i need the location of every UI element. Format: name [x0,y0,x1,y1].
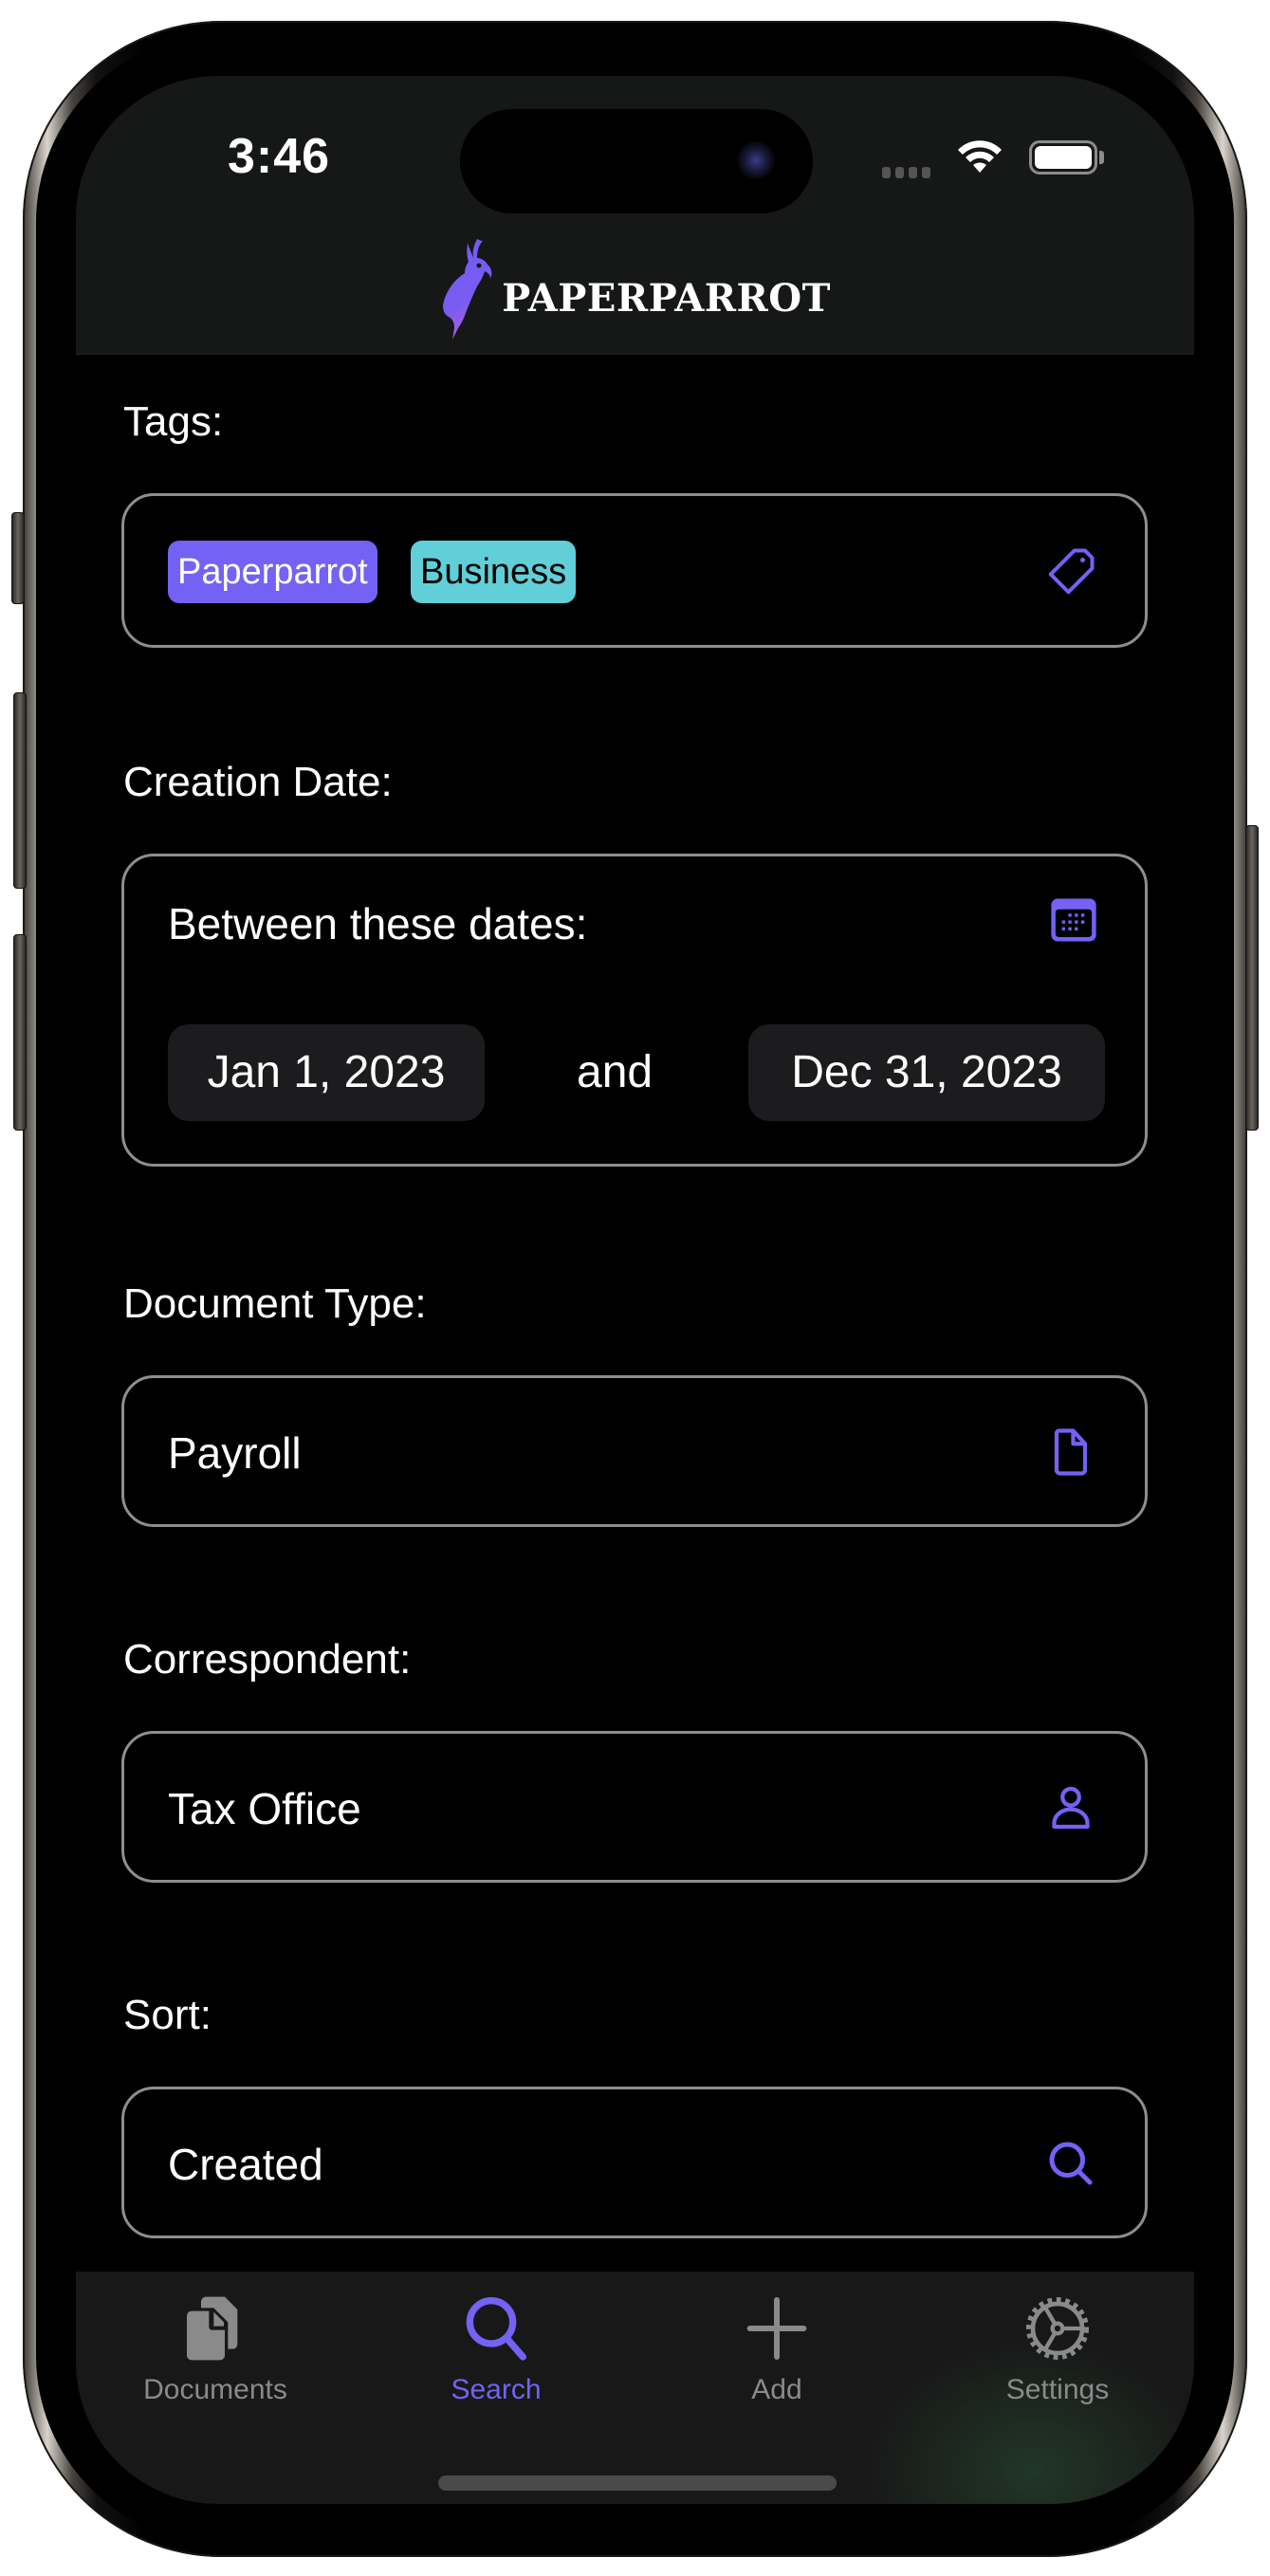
home-indicator[interactable] [438,2475,837,2491]
battery-icon [1029,140,1097,175]
gear-icon [1026,2297,1089,2360]
sort-label: Sort: [123,1992,212,2038]
parrot-logo-icon [443,239,492,340]
volume-up-button [13,692,27,889]
start-date-picker[interactable]: Jan 1, 2023 [168,1024,485,1121]
creation-date-field: Between these dates: Jan 1, 2023 and Dec… [121,854,1148,1167]
document-icon[interactable] [1042,1424,1099,1481]
tag-chip-business[interactable]: Business [411,541,577,603]
end-date-picker[interactable]: Dec 31, 2023 [748,1024,1105,1121]
cellular-signal-icon [882,167,930,178]
search-icon [466,2296,526,2361]
app-name: PAPERPARROT [502,276,831,321]
document-type-value: Payroll [168,1428,302,1478]
volume-down-button [13,934,27,1131]
documents-icon [187,2296,238,2361]
tag-chip-paperparrot[interactable]: Paperparrot [168,541,377,603]
tab-search[interactable]: Search [401,2272,591,2423]
calendar-icon[interactable] [1048,894,1099,946]
tab-add[interactable]: Add [682,2272,872,2423]
tab-settings[interactable]: Settings [963,2272,1152,2423]
front-camera [737,141,775,179]
tab-search-label: Search [451,2374,542,2405]
tags-field[interactable]: Paperparrot Business [121,493,1148,648]
correspondent-field[interactable]: Tax Office [121,1731,1148,1883]
tab-add-label: Add [751,2374,802,2405]
correspondent-value: Tax Office [168,1784,361,1833]
app-logo: PAPERPARROT [76,237,1194,341]
status-time: 3:46 [228,129,331,184]
tab-bar: Documents Search Add Settings [76,2272,1194,2504]
creation-date-label: Creation Date: [123,759,393,805]
screen: 3:46 PAPERPARROT Tags: Paperparrot Busin… [76,76,1194,2504]
plus-icon [746,2297,807,2360]
date-mode-label: Between these dates: [168,899,588,948]
battery-nub [1099,151,1104,164]
dynamic-island [460,109,813,213]
document-type-label: Document Type: [123,1280,427,1327]
person-icon[interactable] [1042,1779,1099,1836]
tags-label: Tags: [123,398,224,445]
sort-value: Created [168,2140,323,2189]
document-type-field[interactable]: Payroll [121,1375,1148,1527]
correspondent-label: Correspondent: [123,1636,412,1683]
sort-field[interactable]: Created [121,2087,1148,2238]
tab-documents[interactable]: Documents [120,2272,310,2423]
wifi-icon [958,140,1002,173]
tab-documents-label: Documents [143,2374,287,2405]
search-icon[interactable] [1042,2135,1099,2192]
tag-icon[interactable] [1042,543,1099,600]
tab-settings-label: Settings [1005,2374,1110,2405]
app-header: 3:46 PAPERPARROT [76,76,1194,355]
action-button [11,512,25,604]
power-button [1245,825,1259,1131]
date-conjunction: and [577,1047,653,1097]
